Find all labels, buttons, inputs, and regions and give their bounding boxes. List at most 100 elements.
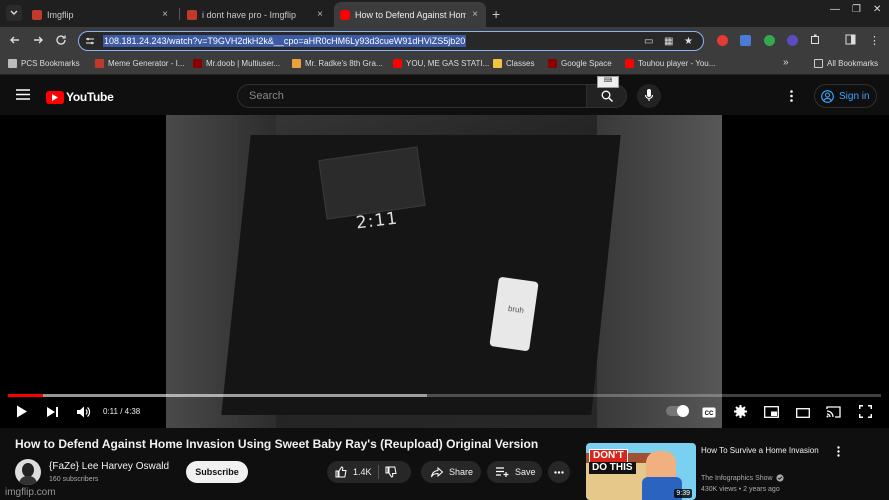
bookmark-google-space[interactable]: Google Space xyxy=(548,59,612,68)
browser-tab-youtube-active[interactable]: How to Defend Against Home I × xyxy=(334,2,486,27)
bookmark-mrdoob[interactable]: Mr.doob | Multiuser... xyxy=(193,59,280,68)
bookmark-label: Meme Generator - I... xyxy=(108,59,185,68)
autoplay-toggle[interactable] xyxy=(666,405,689,417)
recommended-video-thumbnail[interactable]: DON'T DO THIS 9:39 xyxy=(586,443,696,500)
share-label: Share xyxy=(449,467,474,477)
close-window-button[interactable]: ✕ xyxy=(873,4,881,15)
blogger-favicon-icon xyxy=(292,59,301,68)
mrdoob-favicon-icon xyxy=(548,59,557,68)
recommended-channel[interactable]: The Infographics Show xyxy=(701,474,784,482)
qr-code-icon[interactable]: ▦ xyxy=(664,36,673,47)
tab-label: How to Defend Against Home I xyxy=(355,9,466,20)
bookmark-label: Mr. Radke's 8th Gra... xyxy=(305,59,383,68)
settings-more-icon[interactable] xyxy=(790,90,793,102)
bookmark-label: PCS Bookmarks xyxy=(21,59,80,68)
keyboard-icon[interactable]: ⌨ xyxy=(597,76,619,88)
grammarly-extension-icon[interactable] xyxy=(764,35,775,46)
address-bar[interactable]: 108.181.24.243/watch?v=T9GVH2dkH2k&__cpo… xyxy=(78,31,704,51)
miniplayer-icon xyxy=(764,406,779,418)
video-frame: 2:11 bruh xyxy=(166,115,722,428)
miniplayer-button[interactable] xyxy=(764,405,779,423)
bookmark-mr-radke[interactable]: Mr. Radke's 8th Gra... xyxy=(292,59,383,68)
svg-text:CC: CC xyxy=(705,411,714,417)
youtube-play-logo-icon xyxy=(46,90,64,104)
captions-button[interactable]: CC xyxy=(702,405,716,423)
bookmark-gas-station[interactable]: YOU, ME GAS STATI... xyxy=(393,59,489,68)
url-text[interactable]: 108.181.24.243/watch?v=T9GVH2dkH2k&__cpo… xyxy=(103,35,467,47)
folder-icon xyxy=(8,59,17,68)
subscribe-button[interactable]: Subscribe xyxy=(186,461,248,483)
extension-red-icon[interactable] xyxy=(717,35,728,46)
recommended-video-title[interactable]: How To Survive a Home Invasion xyxy=(701,444,821,457)
browser-menu-icon[interactable]: ⋮ xyxy=(869,34,880,47)
imgflip-favicon-icon xyxy=(95,59,104,68)
reading-mode-icon[interactable]: ▭ xyxy=(644,36,653,47)
tab-label: i dont have pro - Imgflip xyxy=(202,9,297,20)
next-button[interactable] xyxy=(47,405,59,423)
star-icon[interactable]: ★ xyxy=(684,36,693,47)
more-actions-button[interactable] xyxy=(548,461,570,483)
hamburger-menu-icon[interactable] xyxy=(16,89,30,100)
extensions-puzzle-icon[interactable] xyxy=(810,34,821,48)
recommended-channel-name: The Infographics Show xyxy=(701,474,773,482)
pill-divider xyxy=(377,465,379,479)
restore-button[interactable]: ❐ xyxy=(852,4,861,15)
youtube-logo[interactable]: YouTube xyxy=(46,90,114,104)
video-duration-badge: 9:39 xyxy=(674,489,692,498)
voice-search-button[interactable] xyxy=(637,84,661,108)
bookmark-touhou[interactable]: Touhou player - You... xyxy=(625,59,715,68)
cast-button[interactable] xyxy=(826,405,841,423)
bookmark-meme-generator[interactable]: Meme Generator - I... xyxy=(95,59,184,68)
bookmark-pcs[interactable]: PCS Bookmarks xyxy=(8,59,80,68)
search-button[interactable]: ⌨ xyxy=(586,76,627,108)
close-tab-icon[interactable]: × xyxy=(315,9,325,20)
thumbs-down-icon[interactable] xyxy=(385,466,397,478)
browser-tab-imgflip-pro[interactable]: i dont have pro - Imgflip × xyxy=(181,2,331,27)
chevron-down-icon xyxy=(10,10,18,16)
arrow-left-icon xyxy=(10,36,19,44)
extension-c-icon[interactable] xyxy=(787,35,798,46)
back-button[interactable] xyxy=(9,34,21,49)
theater-mode-button[interactable] xyxy=(796,405,810,423)
new-tab-button[interactable]: + xyxy=(492,6,500,22)
browser-tab-imgflip[interactable]: Imgflip × xyxy=(26,2,176,27)
mute-button[interactable] xyxy=(77,405,91,423)
translate-extension-icon[interactable] xyxy=(740,35,751,46)
sign-in-label: Sign in xyxy=(839,90,870,102)
thumbs-up-icon[interactable] xyxy=(335,466,347,478)
subscriber-count: 160 subscribers xyxy=(49,476,99,483)
recommendation-more-icon[interactable] xyxy=(837,446,840,457)
site-info-icon[interactable] xyxy=(85,36,95,46)
cast-icon xyxy=(826,406,841,418)
close-tab-icon[interactable]: × xyxy=(160,9,170,20)
fullscreen-button[interactable] xyxy=(858,404,873,423)
bookmarks-overflow-button[interactable]: » xyxy=(783,57,789,68)
channel-avatar[interactable] xyxy=(15,459,41,485)
search-input[interactable] xyxy=(238,85,586,107)
bookmark-classes[interactable]: Classes xyxy=(493,59,534,68)
channel-name[interactable]: {FaZe} Lee Harvey Oswald xyxy=(49,461,169,472)
save-label: Save xyxy=(515,467,536,477)
youtube-favicon-icon xyxy=(393,59,402,68)
all-bookmarks-button[interactable]: All Bookmarks xyxy=(814,59,878,68)
video-title: How to Defend Against Home Invasion Usin… xyxy=(15,437,539,451)
play-button[interactable] xyxy=(16,405,28,423)
bookmark-label: Mr.doob | Multiuser... xyxy=(206,59,281,68)
share-button[interactable]: Share xyxy=(421,461,481,483)
sign-in-button[interactable]: Sign in xyxy=(814,84,877,108)
imgflip-watermark: imgflip.com xyxy=(5,487,56,498)
reload-button[interactable] xyxy=(55,34,67,49)
save-button[interactable]: Save xyxy=(487,461,542,483)
tab-search-button[interactable] xyxy=(6,5,22,21)
minimize-button[interactable]: — xyxy=(830,4,840,15)
progress-bar[interactable] xyxy=(8,394,881,397)
forward-button[interactable] xyxy=(32,34,44,49)
side-panel-icon[interactable] xyxy=(845,34,856,48)
played-bar xyxy=(8,394,43,397)
like-count[interactable]: 1.4K xyxy=(353,467,372,477)
search-box[interactable] xyxy=(237,84,587,108)
verified-check-icon xyxy=(776,474,784,482)
video-player[interactable]: 2:11 bruh 0:11 / 4:38 CC xyxy=(0,115,889,428)
close-tab-icon[interactable]: × xyxy=(470,9,480,20)
settings-button[interactable] xyxy=(734,405,747,423)
